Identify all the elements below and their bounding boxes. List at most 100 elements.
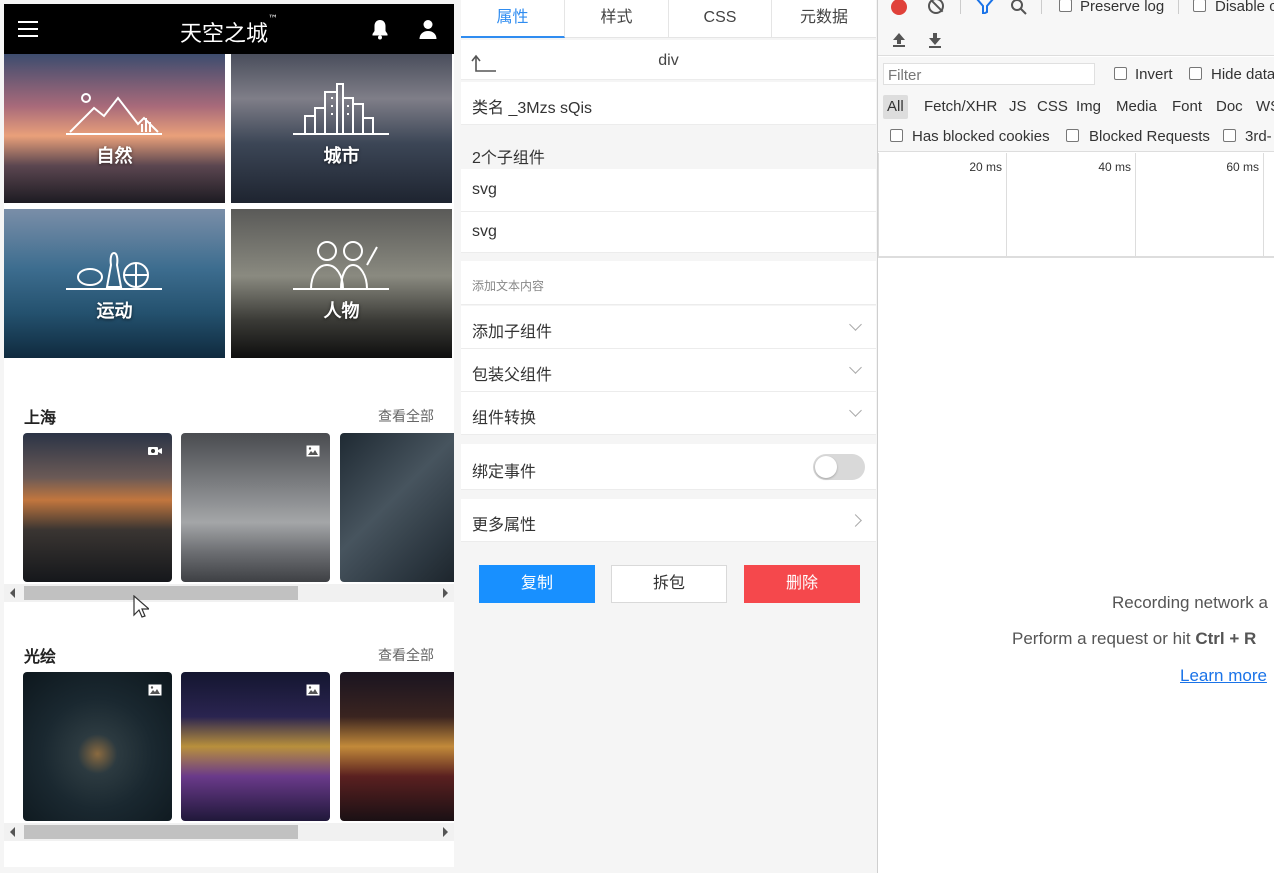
delete-button[interactable]: 删除 — [744, 565, 860, 603]
has-blocked-cookies-checkbox[interactable] — [890, 129, 903, 142]
properties-tabs: 属性 样式 CSS 元数据 — [461, 0, 876, 38]
third-party-checkbox[interactable] — [1223, 129, 1236, 142]
user-icon[interactable] — [418, 18, 438, 40]
learn-more-link[interactable]: Learn more — [1180, 666, 1267, 686]
photo-thumb[interactable] — [23, 672, 172, 821]
classname-row[interactable]: 类名 _3Mzs sQis — [461, 82, 876, 125]
scrollbar-thumb[interactable] — [24, 586, 298, 600]
toolbar-divider — [1178, 0, 1179, 14]
children-header-row: 2个子组件 — [461, 133, 876, 169]
hide-data-urls-checkbox[interactable] — [1189, 67, 1202, 80]
child-item[interactable]: svg — [461, 212, 876, 253]
wrap-parent-label: 包装父组件 — [472, 367, 553, 384]
app-header: 天空之城™ — [4, 4, 454, 54]
network-toolbar: Preserve log Disable c — [878, 0, 1274, 56]
preserve-log-checkbox[interactable] — [1059, 0, 1072, 12]
bell-icon[interactable] — [370, 18, 390, 40]
scroll-right-arrow-icon[interactable] — [443, 588, 448, 598]
network-filter-bar: Filter Invert Hide data All Fetch/XHR JS… — [878, 57, 1274, 152]
classname-text: 类名 _3Mzs sQis — [472, 100, 593, 117]
record-icon[interactable] — [891, 0, 907, 15]
export-har-icon[interactable] — [928, 32, 942, 48]
image-icon — [306, 445, 320, 457]
scroll-left-arrow-icon[interactable] — [10, 827, 15, 837]
child-item[interactable]: svg — [461, 169, 876, 212]
toolbar-divider — [1041, 0, 1042, 14]
tab-styles[interactable]: 样式 — [565, 0, 669, 38]
timeline-tick-label: 60 ms — [1226, 160, 1259, 174]
category-city[interactable]: 城市 — [231, 54, 452, 203]
network-timeline[interactable]: 20 ms 40 ms 60 ms — [878, 153, 1274, 258]
invert-label: Invert — [1135, 66, 1173, 83]
photo-strip — [23, 672, 454, 822]
category-nature[interactable]: 自然 — [4, 54, 225, 203]
chevron-down-icon — [849, 404, 862, 417]
hide-data-urls-label: Hide data — [1211, 66, 1274, 83]
type-filter-media[interactable]: Media — [1116, 95, 1157, 119]
import-har-icon[interactable] — [892, 32, 906, 48]
photo-thumb[interactable] — [340, 433, 454, 582]
more-props-label: 更多属性 — [472, 517, 537, 534]
filter-funnel-icon[interactable] — [976, 0, 994, 14]
category-sport[interactable]: 运动 — [4, 209, 225, 358]
type-filter-css[interactable]: CSS — [1037, 95, 1068, 119]
app-title-text: 天空之城 — [179, 22, 268, 47]
type-filter-img[interactable]: Img — [1076, 95, 1101, 119]
component-path-row: div — [461, 40, 876, 80]
horizontal-scrollbar[interactable] — [4, 584, 454, 602]
more-props-row[interactable]: 更多属性 — [461, 499, 876, 542]
scroll-left-arrow-icon[interactable] — [10, 588, 15, 598]
photo-thumb[interactable] — [340, 672, 454, 821]
type-filter-all[interactable]: All — [883, 95, 908, 119]
type-filter-doc[interactable]: Doc — [1216, 95, 1243, 119]
has-blocked-cookies-label: Has blocked cookies — [912, 128, 1050, 145]
horizontal-scrollbar[interactable] — [4, 823, 454, 841]
photo-thumb[interactable] — [23, 433, 172, 582]
photo-thumb[interactable] — [181, 672, 330, 821]
type-filter-font[interactable]: Font — [1172, 95, 1202, 119]
toolbar-divider — [960, 0, 961, 14]
invert-checkbox[interactable] — [1114, 67, 1127, 80]
blocked-requests-checkbox[interactable] — [1066, 129, 1079, 142]
add-text-row[interactable]: 添加文本内容 — [461, 261, 876, 305]
timeline-tick — [1263, 153, 1274, 258]
timeline-tick: 40 ms — [1006, 153, 1135, 258]
empty-state-hint: Perform a request or hit — [1012, 629, 1196, 648]
photo-thumb[interactable] — [181, 433, 330, 582]
photo-strip — [23, 433, 454, 583]
devtools-network-panel: Preserve log Disable c Filter Invert Hid… — [877, 0, 1274, 873]
screen: 天空之城™ 自然 城市 运动 人物 上海 查看全部 光绘 查看全部 属性 样式 … — [0, 0, 1274, 873]
scrollbar-thumb[interactable] — [24, 825, 298, 839]
clear-icon[interactable] — [928, 0, 944, 14]
type-filter-fetch-xhr[interactable]: Fetch/XHR — [924, 95, 997, 119]
disable-cache-checkbox[interactable] — [1193, 0, 1206, 12]
search-icon[interactable] — [1010, 0, 1028, 16]
add-child-label: 添加子组件 — [472, 324, 553, 341]
category-label: 人物 — [323, 301, 360, 322]
type-filter-ws[interactable]: WS — [1256, 95, 1274, 119]
convert-label: 组件转换 — [472, 410, 537, 427]
bind-event-toggle[interactable] — [813, 454, 865, 480]
tab-css[interactable]: CSS — [669, 0, 772, 38]
category-label: 城市 — [323, 146, 360, 167]
type-filter-js[interactable]: JS — [1009, 95, 1027, 119]
reload-shortcut: Ctrl + R — [1195, 629, 1257, 648]
view-all-link[interactable]: 查看全部 — [378, 645, 434, 665]
disable-cache-label: Disable c — [1215, 0, 1274, 15]
view-all-link[interactable]: 查看全部 — [378, 406, 434, 426]
add-child-row[interactable]: 添加子组件 — [461, 306, 876, 349]
bind-event-row: 绑定事件 — [461, 444, 876, 490]
scroll-right-arrow-icon[interactable] — [443, 827, 448, 837]
filter-input[interactable]: Filter — [883, 63, 1095, 85]
tab-metadata[interactable]: 元数据 — [772, 0, 876, 38]
bind-event-label: 绑定事件 — [472, 464, 537, 481]
image-icon — [148, 684, 162, 696]
unwrap-button[interactable]: 拆包 — [611, 565, 727, 603]
category-people[interactable]: 人物 — [231, 209, 452, 358]
convert-row[interactable]: 组件转换 — [461, 392, 876, 435]
tab-properties[interactable]: 属性 — [461, 0, 565, 38]
copy-button[interactable]: 复制 — [479, 565, 595, 603]
timeline-tick: 20 ms — [878, 153, 1006, 258]
third-party-label: 3rd- — [1245, 128, 1272, 145]
wrap-parent-row[interactable]: 包装父组件 — [461, 349, 876, 392]
